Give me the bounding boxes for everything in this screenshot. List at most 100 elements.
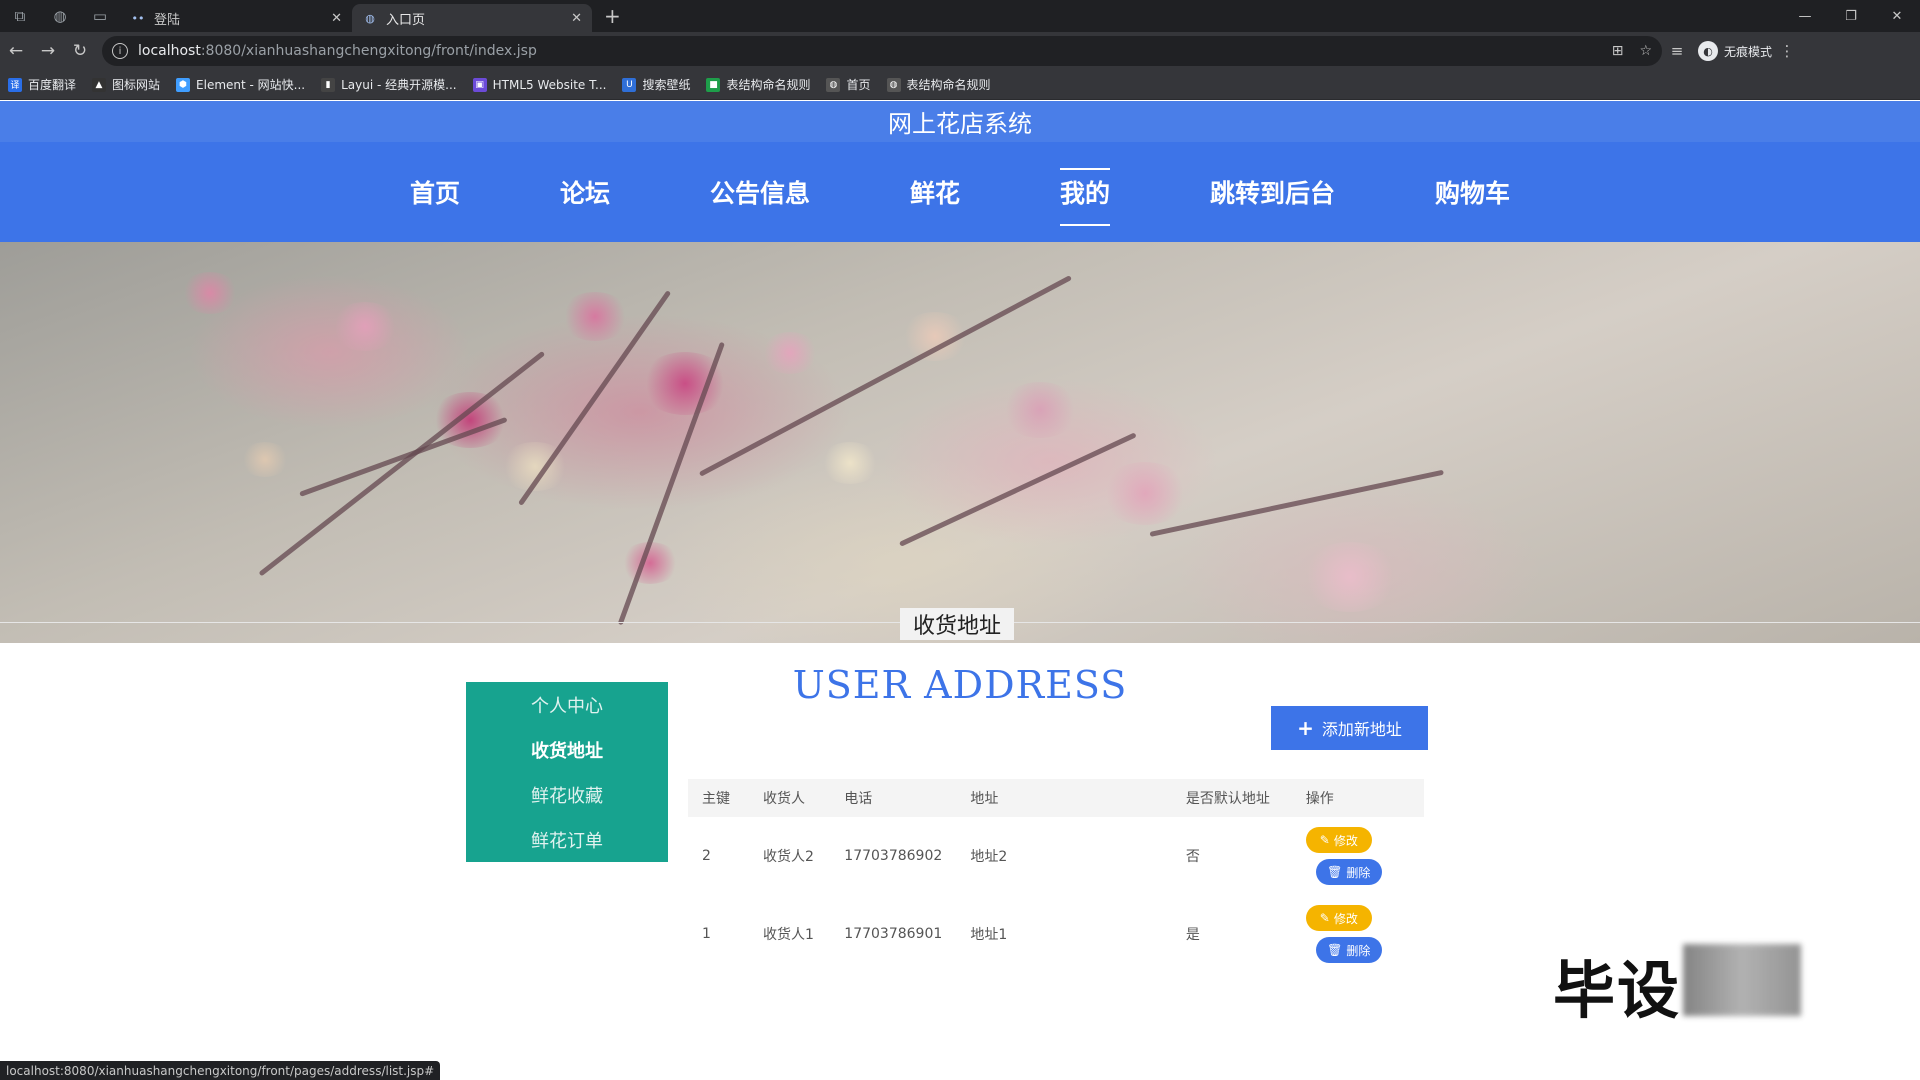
bookmark-label: 图标网站 [112,78,161,92]
column-header: 电话 [844,791,873,807]
flower-blossom [760,332,820,374]
flower-blossom [330,302,400,351]
bookmark-label: 搜索壁纸 [642,78,691,92]
cell-id: 2 [702,848,711,864]
add-address-button[interactable]: + 添加新地址 [1271,706,1428,750]
trash-icon: 🗑 [1327,943,1343,957]
bookmark-item[interactable]: ▲ 图标网站 [92,76,160,93]
nav-item[interactable]: 跳转到后台 [1160,142,1385,242]
flower-stem [698,275,1073,477]
globe-icon: ◍ [365,11,375,25]
side-menu-item[interactable]: 鲜花订单 [466,817,668,862]
profile-label: 无痕模式 [1724,44,1773,59]
nav-item[interactable]: 购物车 [1385,142,1560,242]
nav-item[interactable]: 公告信息 [660,142,860,242]
edit-label: 修改 [1333,911,1358,926]
section-title-cn: 收货地址 [900,608,1014,640]
bookmark-favicon-icon: ⬢ [176,77,191,92]
browser-tab-login[interactable]: •• 登陆 ✕ [120,4,352,32]
bookmark-item[interactable]: ▮ Layui - 经典开源模... [321,76,457,93]
bookmark-favicon-icon: ▮ [321,77,336,92]
restore-icon[interactable]: ❐ [1828,0,1874,32]
bookmark-item[interactable]: ◍ 表结构命名规则 [886,76,991,93]
minimize-icon[interactable]: — [1782,0,1828,32]
translate-icon[interactable]: ⊞ [1612,43,1624,59]
cell-id: 1 [702,926,711,942]
delete-button[interactable]: 🗑 删除 [1315,937,1382,963]
flower-blossom [1100,462,1190,525]
cell-address: 地址1 [970,927,1008,943]
flower-blossom [1000,382,1080,438]
back-icon[interactable]: ← [0,35,32,67]
cell-name: 收货人1 [762,927,814,943]
nav-item[interactable]: 首页 [360,142,510,242]
add-address-label: 添加新地址 [1321,720,1402,739]
bookmark-item[interactable]: ◍ 首页 [826,76,871,93]
cell-default: 否 [1185,849,1200,865]
tab-search-icon[interactable]: ⧉ [0,0,40,32]
site-info-icon[interactable]: i [112,43,128,59]
close-tab-icon[interactable]: ✕ [571,11,582,26]
side-menu-item[interactable]: 收货地址 [466,727,668,772]
bookmark-favicon-icon: ■ [706,77,721,92]
incognito-profile[interactable]: ◐ 无痕模式 [1698,41,1772,61]
loading-dots-icon: •• [131,11,145,25]
reading-list-icon[interactable]: ≡ [1662,42,1692,60]
bookmark-label: 表结构命名规则 [906,78,991,92]
browser-tab-entry[interactable]: ◍ 入口页 ✕ [352,4,592,32]
bookmark-label: 百度翻译 [28,78,77,92]
plus-icon: + [1297,716,1314,740]
bookmark-star-icon[interactable]: ☆ [1639,43,1652,59]
edit-button[interactable]: ✎ 修改 [1305,905,1372,931]
bookmark-label: 表结构命名规则 [726,78,811,92]
new-tab-icon[interactable]: + [592,4,633,28]
bookmark-label: 首页 [846,78,871,92]
bookmark-favicon-icon: ▣ [472,77,487,92]
flower-blossom [240,442,290,477]
close-tab-icon[interactable]: ✕ [331,11,342,26]
status-url: localhost:8080/xianhuashangchengxitong/f… [0,1061,441,1080]
cell-actions: ✎ 修改 🗑 删除 [1292,895,1424,973]
close-window-icon[interactable]: ✕ [1874,0,1920,32]
edit-button[interactable]: ✎ 修改 [1305,827,1372,853]
nav-item[interactable]: 论坛 [510,142,660,242]
address-panel: + 添加新地址 主键 收货人 电话 地址 是否默认地址 操作 2 收货人2 177037869… [688,660,1428,990]
nav-item[interactable]: 鲜花 [860,142,1010,242]
banner-carousel[interactable]: ☝ [0,242,1920,643]
url-host: localhost [138,43,201,59]
menu-kebab-icon[interactable]: ⋮ [1772,42,1802,60]
bookmarks-bar: 译百度翻译 ▲ 图标网站 ⬢ Element - 网站快... ▮ Layui - 经典开源… [0,70,1920,100]
bookmark-favicon-icon: ◍ [886,77,901,92]
cell-default: 是 [1185,927,1200,943]
cell-actions: ✎ 修改 🗑 删除 [1292,817,1424,895]
bookmark-item[interactable]: ⬢ Element - 网站快... [176,76,305,93]
table-row: 1 收货人1 17703786901 地址1 是 ✎ 修改 🗑 删除 [688,895,1424,973]
forward-icon[interactable]: → [32,35,64,67]
main-nav: 首页 论坛 公告信息 鲜花 我的 跳转到后台 购物车 [0,142,1920,242]
table-header-row: 主键 收货人 电话 地址 是否默认地址 操作 [688,779,1424,817]
side-menu-item[interactable]: 个人中心 [466,682,668,727]
cell-address: 地址2 [970,849,1008,865]
bookmark-favicon-icon: ◍ [826,77,841,92]
watermark-text: 毕设 [1553,954,1682,1027]
flower-blossom [820,442,880,484]
bookmark-item[interactable]: 译百度翻译 [8,76,76,93]
window-icon[interactable]: ▭ [80,0,120,32]
incognito-icon: ◐ [1698,41,1718,61]
reload-icon[interactable]: ↻ [64,35,96,67]
cell-name: 收货人2 [762,849,814,865]
delete-button[interactable]: 🗑 删除 [1315,859,1382,885]
globe-icon[interactable]: ◍ [40,0,80,32]
nav-item[interactable]: 我的 [1010,142,1160,242]
url-input[interactable]: i localhost:8080/xianhuashangchengxitong… [102,36,1662,66]
delete-label: 删除 [1346,865,1371,880]
side-menu-item[interactable]: 鲜花收藏 [466,772,668,817]
bookmark-favicon-icon: 译 [8,77,22,92]
bookmark-item[interactable]: ▣ HTML5 Website T... [472,77,606,92]
bookmark-item[interactable]: ■ 表结构命名规则 [706,76,810,93]
tab-label: 入口页 [386,12,426,28]
bookmark-favicon-icon: ▲ [92,77,107,92]
bookmark-item[interactable]: U 搜索壁纸 [622,76,690,93]
bookmark-favicon-icon: U [622,77,637,92]
browser-tab-strip: ⧉ ◍ ▭ •• 登陆 ✕ ◍ 入口页 ✕ + — ❐ ✕ [0,0,1920,32]
